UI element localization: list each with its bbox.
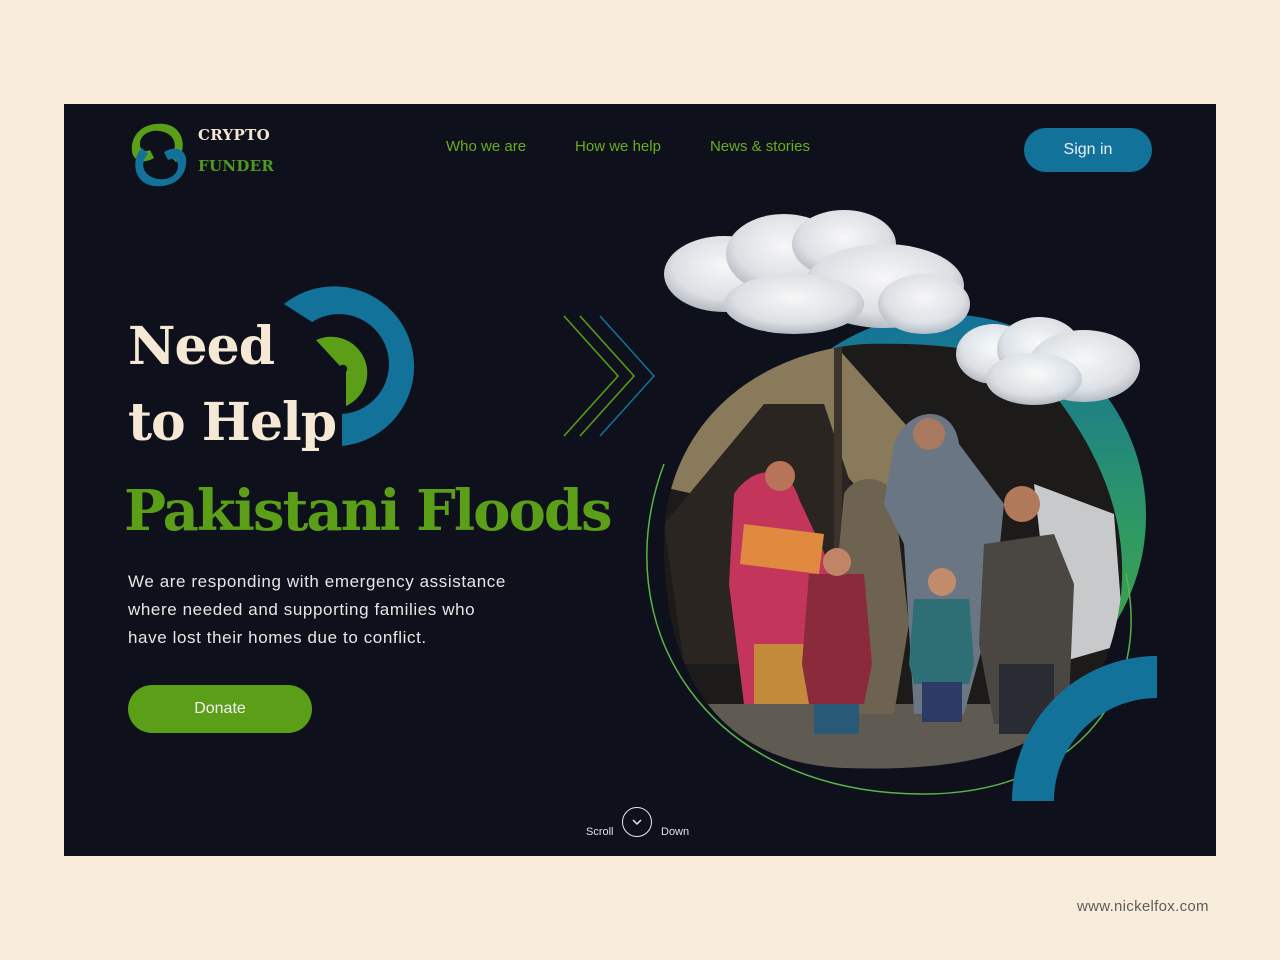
- scroll-down-indicator: Scroll Down: [586, 806, 698, 840]
- brand-name-line1: CRYPTO: [198, 126, 270, 144]
- main-nav: Who we are How we help News & stories: [446, 138, 810, 155]
- nav-item-how-we-help[interactable]: How we help: [575, 138, 661, 155]
- hero-frame: CRYPTO FUNDER Who we are How we help New…: [64, 104, 1216, 856]
- brand-logo[interactable]: CRYPTO FUNDER: [126, 118, 286, 192]
- hero-heading-line1: Need: [128, 316, 275, 377]
- chevron-decoration: [563, 315, 656, 437]
- hero-description-line: where needed and supporting families who: [128, 600, 476, 619]
- hero-description-line: We are responding with emergency assista…: [128, 572, 506, 591]
- scroll-down-button[interactable]: [622, 807, 652, 837]
- scroll-label-left: Scroll: [586, 826, 614, 838]
- nav-item-news-stories[interactable]: News & stories: [710, 138, 810, 155]
- sign-in-button[interactable]: Sign in: [1024, 128, 1152, 172]
- hero-highlight: Pakistani Floods: [124, 478, 613, 544]
- chevron-down-icon: [632, 819, 642, 826]
- hero-description-line: have lost their homes due to conflict.: [128, 628, 427, 647]
- donate-button[interactable]: Donate: [128, 685, 312, 733]
- site-credit[interactable]: www.nickelfox.com: [1077, 898, 1209, 915]
- nav-item-who-we-are[interactable]: Who we are: [446, 138, 526, 155]
- hero-heading-line2: to Help: [128, 392, 337, 453]
- scroll-label-right: Down: [661, 826, 690, 838]
- logo-mark-icon: [131, 123, 187, 187]
- hero-description: We are responding with emergency assista…: [128, 568, 558, 652]
- brand-name-line2: FUNDER: [198, 157, 275, 175]
- cloud-left: [664, 210, 970, 334]
